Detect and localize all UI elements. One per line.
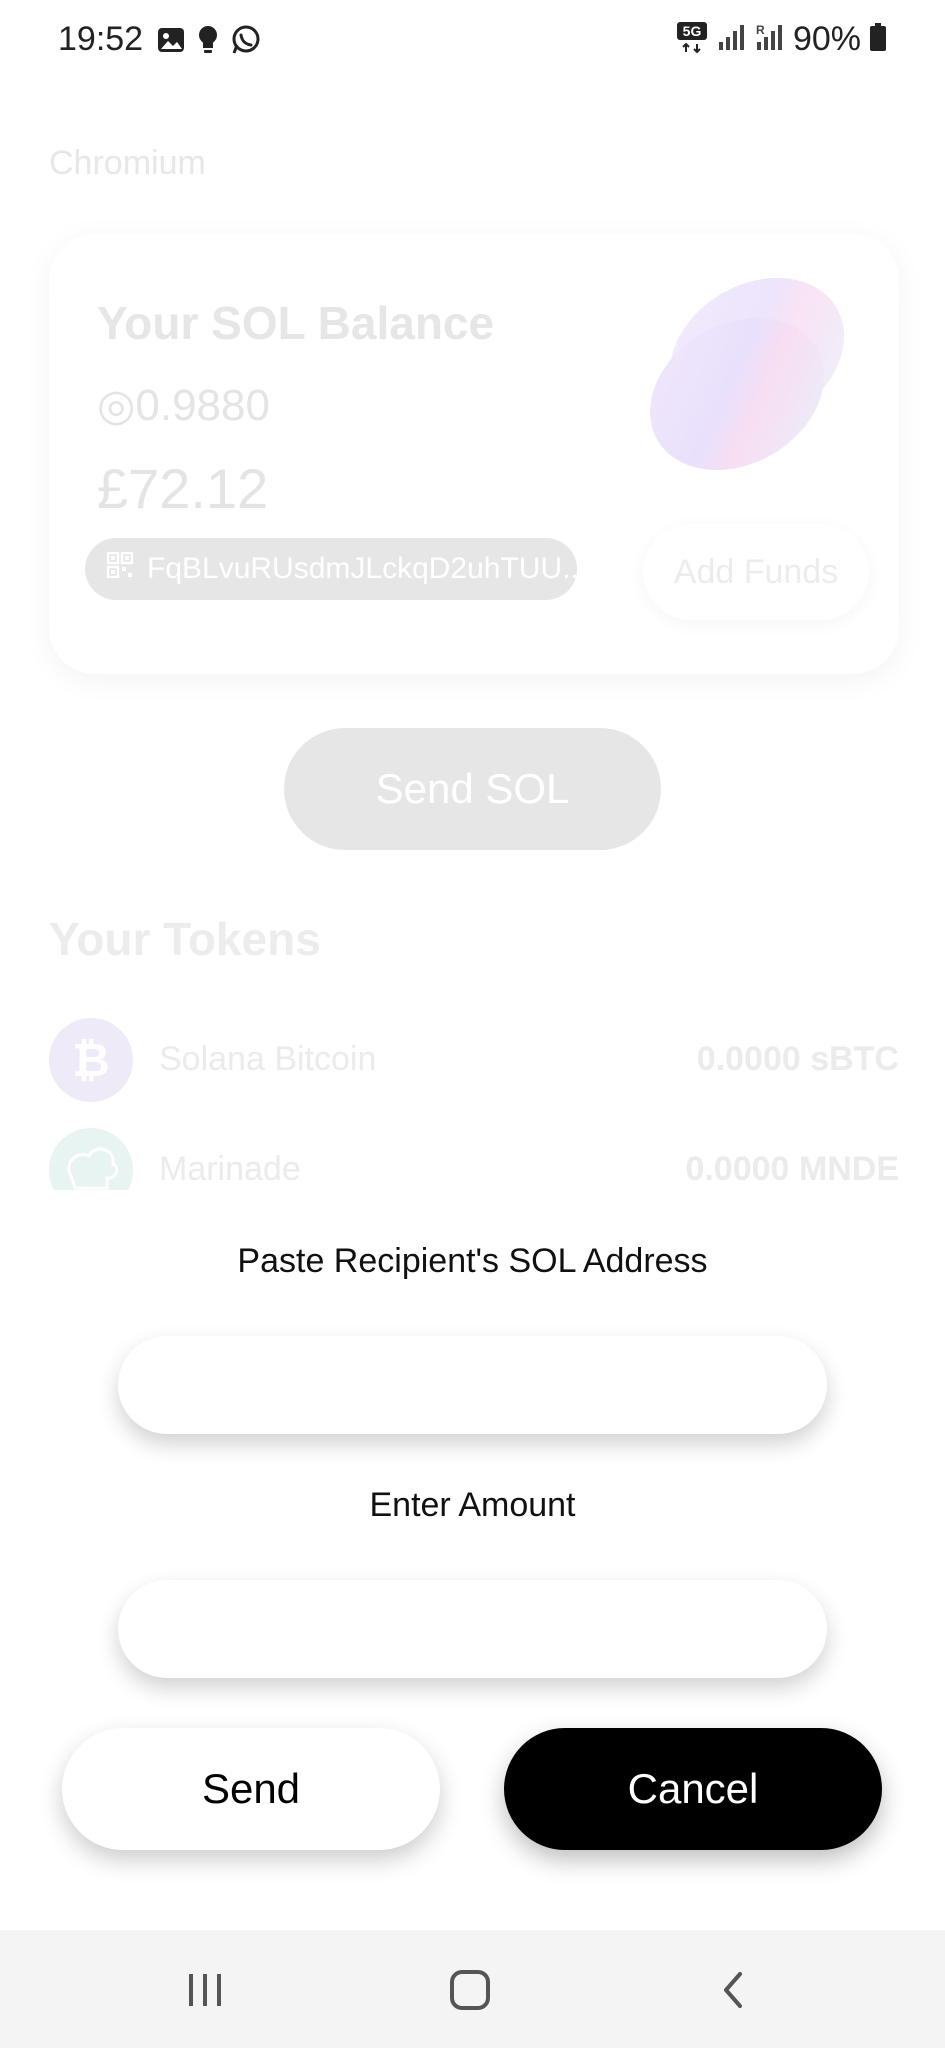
address-label: Paste Recipient's SOL Address [237, 1242, 708, 1280]
send-sol-button[interactable]: Send SOL [284, 728, 661, 850]
token-name: Solana Bitcoin [159, 1040, 377, 1078]
cancel-button[interactable]: Cancel [504, 1728, 882, 1850]
sol-coin-graphic [627, 264, 867, 474]
token-amount: 0.0000 MNDE [685, 1150, 899, 1188]
recent-apps-icon[interactable] [175, 1960, 235, 2020]
qr-code-icon [106, 551, 134, 586]
svg-text:R: R [756, 23, 765, 37]
battery-percent: 90% [792, 20, 861, 58]
status-time: 19:52 [58, 20, 144, 58]
system-nav-bar [0, 1930, 945, 2048]
tokens-title: Your Tokens [49, 913, 321, 965]
home-icon[interactable] [440, 1960, 500, 2020]
add-funds-button[interactable]: Add Funds [643, 524, 869, 620]
system-icons: 5G R 90% [675, 20, 887, 59]
recipient-address-input[interactable] [118, 1336, 827, 1434]
status-bar: 19:52 5G R 90% [0, 0, 945, 84]
sol-balance: ◎0.9880 [97, 381, 270, 430]
token-amount: 0.0000 sBTC [696, 1040, 899, 1078]
bitcoin-icon: ₿ [49, 1018, 133, 1102]
wallet-address-pill[interactable]: FqBLvuRUsdmJLckqD2uhTUU... [85, 538, 577, 600]
wallet-address-text: FqBLvuRUsdmJLckqD2uhTUU... [147, 552, 577, 585]
fiat-balance: £72.12 [97, 457, 269, 520]
roaming-signal-icon: R [755, 22, 785, 57]
token-row[interactable]: Marinade 0.0000 MNDE [49, 1128, 899, 1190]
signal-icon [717, 22, 747, 57]
battery-icon [869, 22, 887, 57]
wallet-app-background: Chromium Your SOL Balance ◎0.9880 £72.12… [0, 84, 945, 1194]
send-dialog: Paste Recipient's SOL Address Enter Amou… [0, 1190, 945, 1930]
amount-label: Enter Amount [369, 1486, 576, 1524]
amount-input[interactable] [118, 1580, 827, 1678]
balance-card: Your SOL Balance ◎0.9880 £72.12 FqBLvuRU… [49, 234, 899, 674]
image-icon [156, 25, 186, 60]
marinade-chef-icon [49, 1128, 133, 1190]
bulb-icon [196, 24, 220, 61]
network-type: 5G [683, 23, 702, 39]
token-row[interactable]: ₿ Solana Bitcoin 0.0000 sBTC [49, 1018, 899, 1102]
back-icon[interactable] [704, 1960, 764, 2020]
5g-icon: 5G [675, 20, 709, 59]
send-button[interactable]: Send [62, 1728, 440, 1850]
whatsapp-icon [230, 24, 262, 61]
svg-text:₿: ₿ [72, 1033, 110, 1087]
balance-title: Your SOL Balance [97, 297, 495, 349]
token-name: Marinade [159, 1150, 301, 1188]
notification-icons [156, 24, 262, 61]
browser-title: Chromium [49, 144, 206, 182]
